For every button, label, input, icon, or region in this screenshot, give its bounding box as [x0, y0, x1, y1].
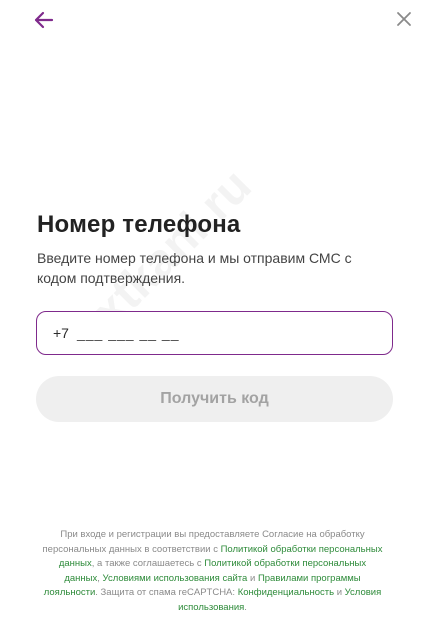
consent-text-part: и [247, 572, 258, 584]
page-subtitle: Введите номер телефона и мы отправим СМС… [37, 250, 352, 286]
consent-text-part: , а также соглашаетесь с [91, 558, 205, 569]
close-button[interactable] [393, 8, 415, 30]
phone-mask: ___ ___ __ __ [76, 325, 180, 341]
back-button[interactable] [30, 6, 58, 34]
consent-text-part: . [244, 601, 247, 613]
phone-input[interactable]: +7 ___ ___ __ __ [36, 311, 393, 355]
page-title: Номер телефона [37, 211, 241, 238]
phone-prefix: +7 [53, 325, 69, 341]
recaptcha-privacy-link[interactable]: Конфиденциальность [238, 587, 334, 598]
consent-text: При входе и регистрации вы предоставляет… [40, 528, 385, 615]
consent-text-part: . Защита от спама reCAPTCHA: [95, 587, 238, 598]
terms-of-use-link[interactable]: Условиями использования сайта [103, 573, 248, 584]
top-bar [0, 0, 425, 40]
consent-text-part: и [334, 587, 345, 598]
get-code-button[interactable]: Получить код [36, 376, 393, 422]
arrow-left-icon [34, 11, 54, 29]
close-icon [397, 12, 411, 26]
